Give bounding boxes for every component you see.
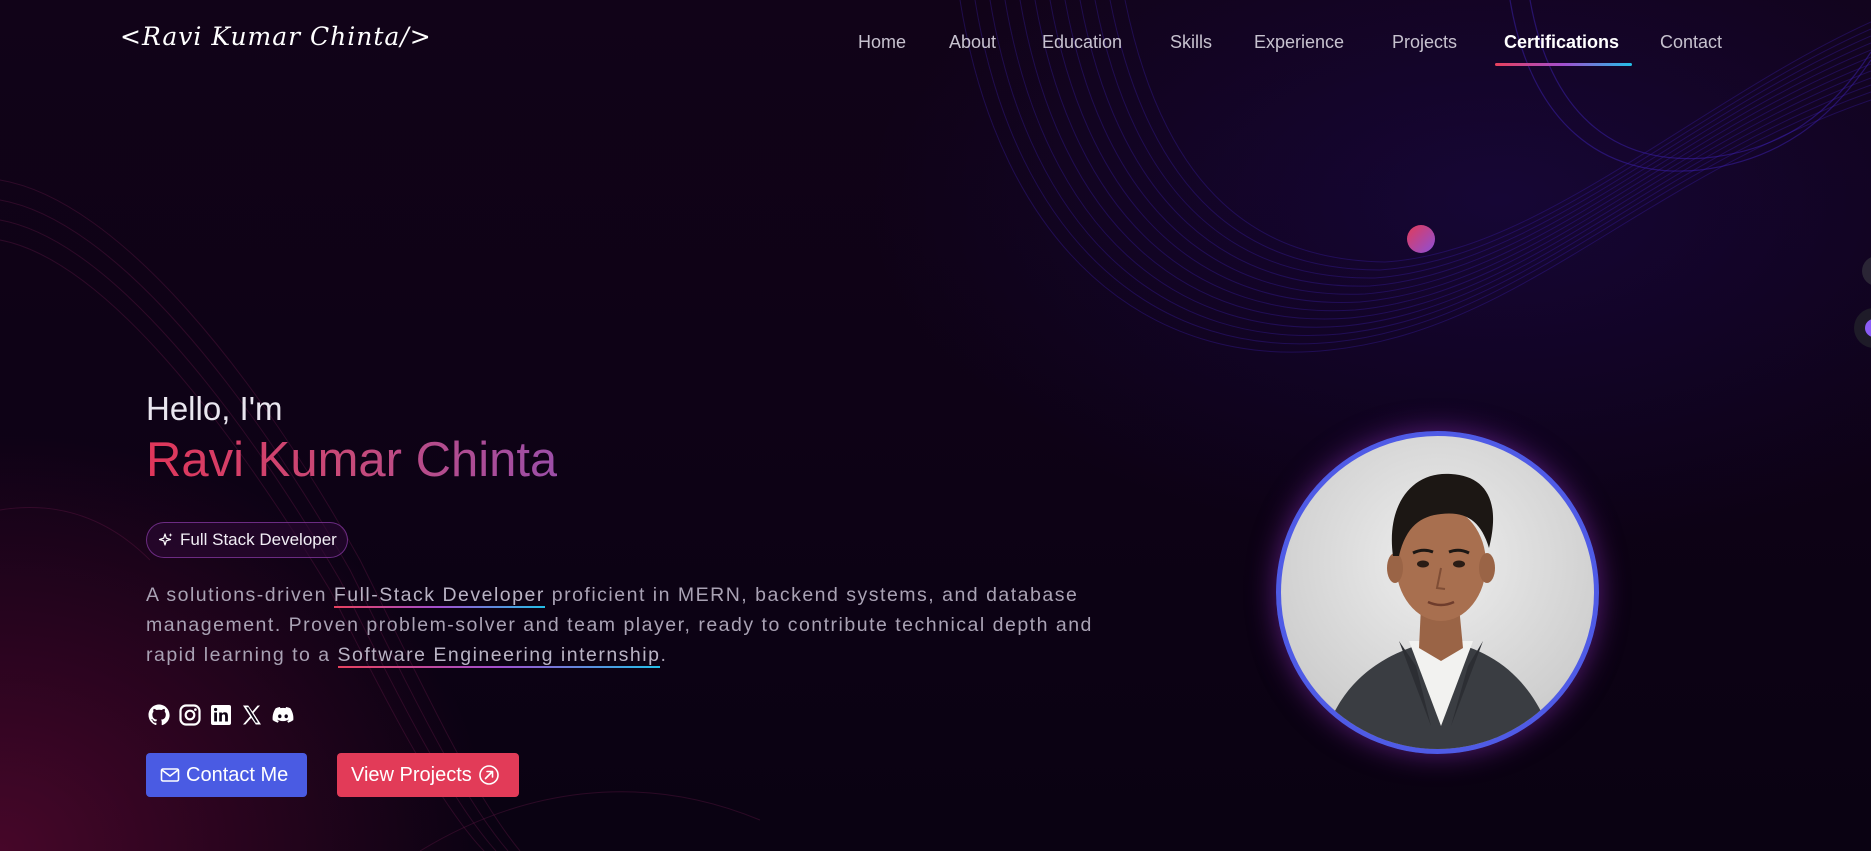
hero-name: Ravi Kumar Chinta xyxy=(146,433,558,487)
description-text: A solutions-driven xyxy=(146,584,334,606)
full-stack-highlight[interactable]: Full-Stack Developer xyxy=(333,584,545,608)
floating-dot xyxy=(1407,225,1435,253)
instagram-icon[interactable] xyxy=(177,702,202,727)
nav-home[interactable]: Home xyxy=(858,32,906,53)
edge-toggle-button[interactable] xyxy=(1862,256,1871,286)
hero-greeting: Hello, I'm xyxy=(146,390,283,427)
contact-me-button[interactable]: Contact Me xyxy=(146,753,307,797)
social-links xyxy=(146,702,295,727)
nav-projects[interactable]: Projects xyxy=(1392,32,1457,53)
view-projects-label: View Projects xyxy=(351,763,472,786)
contact-me-label: Contact Me xyxy=(186,763,289,786)
role-badge: Full Stack Developer xyxy=(146,522,348,558)
site-logo[interactable]: <Ravi Kumar Chinta/> xyxy=(120,22,432,51)
view-projects-button[interactable]: View Projects xyxy=(337,753,519,797)
theme-toggle-button[interactable] xyxy=(1854,308,1871,348)
internship-highlight[interactable]: Software Engineering internship xyxy=(337,644,661,668)
linkedin-icon[interactable] xyxy=(208,702,233,727)
nav-active-underline xyxy=(1495,63,1632,66)
mail-icon xyxy=(160,768,180,782)
page: <Ravi Kumar Chinta/> Home About Educatio… xyxy=(0,0,1871,851)
x-twitter-icon[interactable] xyxy=(239,702,264,727)
hero-description: A solutions-driven Full-Stack Developer … xyxy=(146,580,1106,670)
main-nav: Home About Education Skills Experience P… xyxy=(840,28,1740,68)
discord-icon[interactable] xyxy=(270,702,295,727)
nav-experience[interactable]: Experience xyxy=(1254,32,1344,53)
nav-contact[interactable]: Contact xyxy=(1660,32,1722,53)
profile-photo xyxy=(1276,431,1599,754)
nav-education[interactable]: Education xyxy=(1042,32,1122,53)
nav-certifications[interactable]: Certifications xyxy=(1504,32,1619,53)
nav-skills[interactable]: Skills xyxy=(1170,32,1212,53)
profile-portrait-image xyxy=(1321,473,1556,749)
nav-about[interactable]: About xyxy=(949,32,996,53)
description-text: . xyxy=(660,644,668,666)
arrow-up-right-circle-icon xyxy=(478,765,499,785)
theme-icon xyxy=(1865,319,1871,337)
sparkle-icon xyxy=(158,533,173,546)
role-badge-label: Full Stack Developer xyxy=(180,530,337,549)
github-icon[interactable] xyxy=(146,702,171,727)
